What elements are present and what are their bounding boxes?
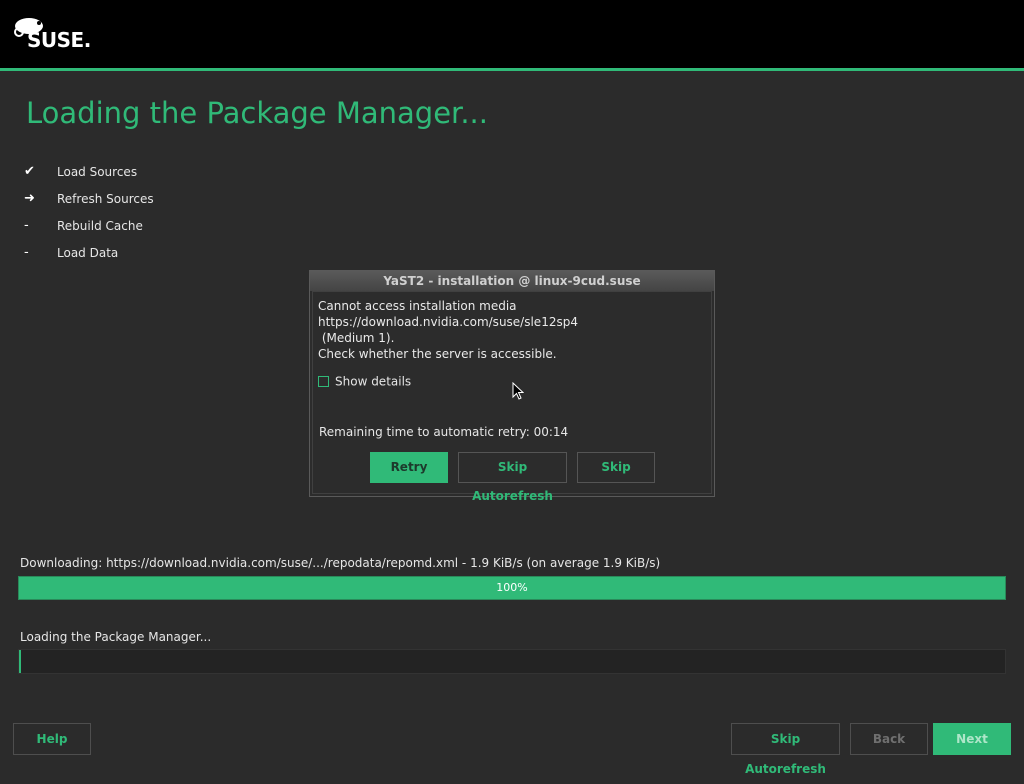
page-title: Loading the Package Manager... [26,96,488,130]
show-details-checkbox[interactable]: Show details [318,374,411,389]
message-line: Check whether the server is accessible. [318,347,557,361]
dialog-titlebar[interactable]: YaST2 - installation @ linux-9cud.suse [310,271,714,291]
step-label: Load Sources [57,165,138,179]
step-label: Rebuild Cache [57,219,143,233]
step-refresh-sources: ➜ Refresh Sources [24,191,224,218]
mouse-cursor-icon [512,382,524,400]
step-list: ✔ Load Sources ➜ Refresh Sources - Rebui… [24,164,224,272]
pending-dash-icon: - [24,245,29,260]
message-line: Cannot access installation media [318,299,517,313]
top-bar: SUSE. [0,0,1024,68]
next-button[interactable]: Next [933,723,1011,755]
download-status-label: Downloading: https://download.nvidia.com… [20,556,661,570]
step-load-sources: ✔ Load Sources [24,164,224,191]
pending-dash-icon: - [24,218,29,233]
step-load-data: - Load Data [24,245,224,272]
message-line: https://download.nvidia.com/suse/sle12sp… [318,315,578,329]
loading-progress-bar [18,649,1006,674]
back-button[interactable]: Back [850,723,928,755]
show-details-label[interactable]: Show details [335,375,411,389]
download-progress-text: 100% [496,581,528,594]
loading-status-label: Loading the Package Manager... [20,630,212,644]
step-label: Load Data [57,246,119,260]
dialog-skip-autorefresh-button[interactable]: Skip Autorefresh [458,452,567,503]
download-progress-bar: 100% [18,576,1006,600]
step-rebuild-cache: - Rebuild Cache [24,218,224,245]
loading-progress-fill [19,650,21,673]
suse-logo: SUSE. [13,18,93,58]
retry-countdown: Remaining time to automatic retry: 00:14 [319,425,569,439]
help-button[interactable]: Help [13,723,91,755]
header-divider [0,68,1024,71]
done-check-icon: ✔ [24,164,35,179]
checkbox-box[interactable] [318,376,329,387]
skip-button[interactable]: Skip [577,452,655,483]
error-message: Cannot access installation media https:/… [318,298,578,362]
retry-button[interactable]: Retry [370,452,448,483]
current-arrow-icon: ➜ [24,191,35,206]
message-line: (Medium 1). [318,331,395,345]
skip-autorefresh-button[interactable]: Skip Autorefresh [731,723,840,776]
logo-text: SUSE. [27,28,91,52]
step-label: Refresh Sources [57,192,154,206]
